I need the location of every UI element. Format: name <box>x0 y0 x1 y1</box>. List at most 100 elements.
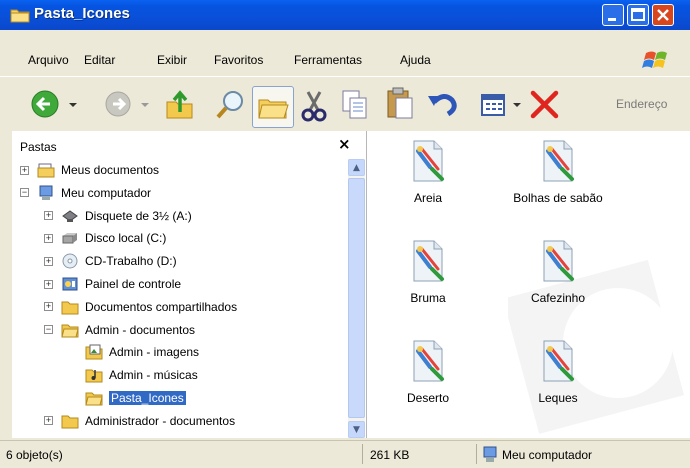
theme-file-icon <box>408 239 448 283</box>
maximize-button[interactable] <box>627 4 649 26</box>
tree-item[interactable]: + Disco local (C:) <box>44 227 166 249</box>
close-button[interactable] <box>652 4 674 26</box>
tree-item-label: CD-Trabalho (D:) <box>85 254 177 269</box>
expand-icon[interactable]: + <box>20 165 29 175</box>
views-dropdown-icon[interactable] <box>512 102 522 110</box>
my-documents-icon <box>37 162 55 178</box>
folders-button[interactable] <box>252 86 294 128</box>
expand-icon[interactable]: + <box>44 302 53 312</box>
menu-ajuda[interactable]: Ajuda <box>400 53 431 67</box>
theme-file-icon <box>538 239 578 283</box>
theme-file-icon <box>538 139 578 183</box>
tree-item[interactable]: + Documentos compartilhados <box>44 296 237 318</box>
my-computer-icon <box>483 446 497 462</box>
file-item[interactable]: Deserto <box>368 339 488 405</box>
menu-exibir[interactable]: Exibir <box>157 53 187 67</box>
expand-icon[interactable]: + <box>44 256 53 266</box>
cut-icon[interactable] <box>300 90 328 122</box>
menu-editar[interactable]: Editar <box>84 53 115 67</box>
explorer-window: Pasta_Icones Arquivo Editar Exibir Favor… <box>0 0 690 468</box>
close-icon <box>657 9 669 21</box>
window-title: Pasta_Icones <box>34 5 130 22</box>
expand-icon[interactable]: + <box>44 279 53 289</box>
status-object-count: 6 objeto(s) <box>6 448 63 462</box>
tree-item[interactable]: + Administrador - documentos <box>44 410 235 432</box>
back-dropdown-icon[interactable] <box>68 102 78 110</box>
minimize-button[interactable] <box>602 4 624 26</box>
forward-dropdown-icon[interactable] <box>140 102 150 110</box>
tree-item[interactable]: + Meus documentos <box>20 159 159 181</box>
folder-icon <box>61 299 79 315</box>
tree-item-label: Meus documentos <box>61 163 160 177</box>
expand-icon[interactable]: + <box>44 233 53 243</box>
collapse-icon[interactable]: − <box>20 188 29 198</box>
file-name: Areia <box>413 191 442 205</box>
tree-item-label: Documentos compartilhados <box>85 299 238 314</box>
tree-item[interactable]: − Meu computador <box>20 182 151 204</box>
folders-scrollbar[interactable]: ▲ ▼ <box>348 159 365 438</box>
folder-open-icon <box>85 390 103 406</box>
folder-icon <box>10 9 30 23</box>
tree-item-label: Admin - músicas <box>109 368 198 383</box>
paste-icon[interactable] <box>385 86 415 122</box>
minimize-icon <box>608 18 616 21</box>
tree-item-label: Disco local (C:) <box>85 231 167 246</box>
folders-icon <box>258 99 289 119</box>
back-icon[interactable] <box>30 88 66 124</box>
up-folder-icon[interactable] <box>164 88 196 122</box>
menu-favoritos[interactable]: Favoritos <box>214 53 263 67</box>
status-location: Meu computador <box>502 448 593 462</box>
file-item[interactable]: Leques <box>498 339 618 405</box>
scroll-up-button[interactable]: ▲ <box>348 159 365 176</box>
folders-close-button[interactable]: × <box>338 135 351 153</box>
tree-item-label: Admin - documentos <box>85 322 196 337</box>
menu-ferramentas[interactable]: Ferramentas <box>294 53 362 67</box>
file-name: Leques <box>538 391 578 405</box>
folders-title: Pastas <box>20 140 57 154</box>
scroll-down-button[interactable]: ▼ <box>348 421 365 438</box>
file-item[interactable]: Bolhas de sabão <box>498 139 618 205</box>
address-label[interactable]: Endereço <box>616 97 667 111</box>
views-icon[interactable] <box>480 92 508 118</box>
cd-drive-icon <box>61 253 79 269</box>
search-icon[interactable] <box>214 88 248 122</box>
theme-file-icon <box>408 139 448 183</box>
scroll-thumb[interactable] <box>348 178 365 418</box>
theme-file-icon <box>538 339 578 383</box>
tree-item[interactable]: − Admin - documentos <box>44 319 195 341</box>
tree-item[interactable]: + Disquete de 3½ (A:) <box>44 205 192 227</box>
file-name: Cafezinho <box>530 291 586 305</box>
status-divider <box>362 444 363 464</box>
tree-item[interactable]: Admin - músicas <box>68 364 198 386</box>
status-divider <box>476 444 477 464</box>
expand-icon[interactable]: + <box>44 416 53 426</box>
delete-icon[interactable] <box>528 88 562 122</box>
file-name: Bolhas de sabão <box>513 191 603 205</box>
file-name: Deserto <box>406 391 450 405</box>
folder-open-icon <box>61 322 79 338</box>
file-item[interactable]: Areia <box>368 139 488 205</box>
collapse-icon[interactable]: − <box>44 325 53 335</box>
title-bar[interactable]: Pasta_Icones <box>0 0 690 30</box>
theme-file-icon <box>408 339 448 383</box>
expand-icon[interactable]: + <box>44 211 53 221</box>
tree-item-label: Disquete de 3½ (A:) <box>85 208 192 223</box>
tree-item[interactable]: Pasta_Icones <box>68 387 186 409</box>
control-panel-icon <box>61 276 79 292</box>
file-name: Bruma <box>410 291 446 305</box>
tree-item[interactable]: + Painel de controle <box>44 273 181 295</box>
tree-item-label: Administrador - documentos <box>85 413 236 428</box>
folder-icon <box>61 413 79 429</box>
undo-icon[interactable] <box>426 90 460 120</box>
folders-header: Pastas × <box>12 131 366 157</box>
menu-arquivo[interactable]: Arquivo <box>28 53 69 67</box>
file-item[interactable]: Cafezinho <box>498 239 618 305</box>
tree-item[interactable]: + CD-Trabalho (D:) <box>44 250 177 272</box>
file-item[interactable]: Bruma <box>368 239 488 305</box>
forward-icon[interactable] <box>104 90 136 122</box>
tree-item[interactable]: Admin - imagens <box>68 341 199 363</box>
menu-spacer <box>0 30 690 47</box>
files-pane: Areia Bolhas de sabão Bruma Cafezinho Desert… <box>368 131 690 438</box>
my-computer-icon <box>37 185 55 201</box>
copy-icon[interactable] <box>340 88 370 122</box>
